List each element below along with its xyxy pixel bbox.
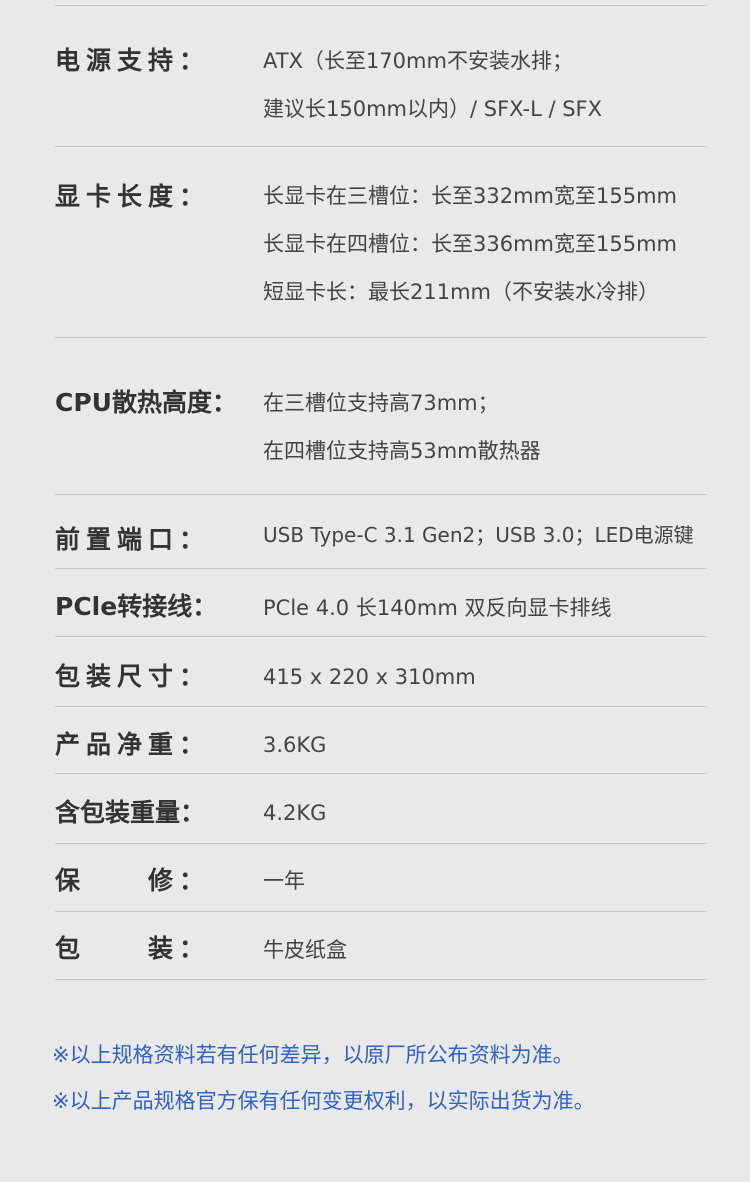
spec-value-line: 长显卡在四槽位：长至336mm宽至155mm [263,232,677,256]
divider [55,494,707,495]
spec-label: 包 装： [55,934,210,964]
spec-label: CPU散热高度： [55,388,237,417]
spec-value-line: 3.6KG [263,733,327,757]
divider [55,636,707,637]
spec-label: 前置端口： [55,525,211,554]
spec-label: 保 修： [55,866,210,896]
spec-values: 在三槽位支持高73mm； 在四槽位支持高53mm散热器 [263,379,541,475]
spec-value-line: 在三槽位支持高73mm； [263,391,499,415]
spec-value-line: 短显卡长：最长211mm（不安装水冷排） [263,280,659,304]
divider [55,843,707,844]
disclaimer-notes: ※以上规格资料若有任何差异，以原厂所公布资料为准。 ※以上产品规格官方保有任何变… [52,1032,595,1124]
divider [55,773,707,774]
spec-values: USB Type-C 3.1 Gen2；USB 3.0；LED电源键 [263,511,694,559]
spec-label: 电源支持： [55,46,211,75]
spec-label: 产品净重： [55,730,211,759]
spec-value-line: 在四槽位支持高53mm散热器 [263,439,541,463]
spec-values: PCle 4.0 长140mm 双反向显卡排线 [263,584,612,632]
spec-value-line: ATX（长至170mm不安装水排； [263,49,573,73]
spec-values: 415 x 220 x 310mm [263,653,476,701]
spec-values: 4.2KG [263,789,326,837]
spec-value-line: 建议长150mm以内）/ SFX-L / SFX [263,97,602,121]
spec-values: 长显卡在三槽位：长至332mm宽至155mm 长显卡在四槽位：长至336mm宽至… [263,172,677,316]
spec-label-left: 包 [55,934,81,963]
divider [55,146,707,147]
spec-label: PCle转接线： [55,592,218,621]
spec-label: 显卡长度： [55,182,211,211]
spec-value-line: 牛皮纸盒 [263,938,347,962]
divider [55,979,707,980]
spec-value-line: 4.2KG [263,801,327,825]
spec-label-right: 修： [148,866,211,895]
spec-label: 含包装重量： [55,798,206,827]
spec-values: ATX（长至170mm不安装水排； 建议长150mm以内）/ SFX-L / S… [263,37,602,133]
spec-value-line: USB Type-C 3.1 Gen2；USB 3.0；LED电源键 [263,523,694,547]
spec-values: 牛皮纸盒 [263,926,347,974]
spec-values: 一年 [263,857,305,905]
spec-value-line: PCle 4.0 长140mm 双反向显卡排线 [263,596,612,620]
spec-label-right: 装： [148,934,211,963]
divider [55,337,707,338]
divider [55,706,707,707]
spec-values: 3.6KG [263,721,326,769]
disclaimer-note: ※以上产品规格官方保有任何变更权利，以实际出货为准。 [52,1089,595,1113]
disclaimer-note: ※以上规格资料若有任何差异，以原厂所公布资料为准。 [52,1043,574,1067]
spec-label-left: 保 [55,866,81,895]
divider [55,911,707,912]
spec-value-line: 一年 [263,869,305,893]
spec-value-line: 415 x 220 x 310mm [263,665,476,689]
divider [55,5,707,6]
divider [55,568,707,569]
spec-label: 包装尺寸： [55,662,211,691]
spec-value-line: 长显卡在三槽位：长至332mm宽至155mm [263,184,677,208]
